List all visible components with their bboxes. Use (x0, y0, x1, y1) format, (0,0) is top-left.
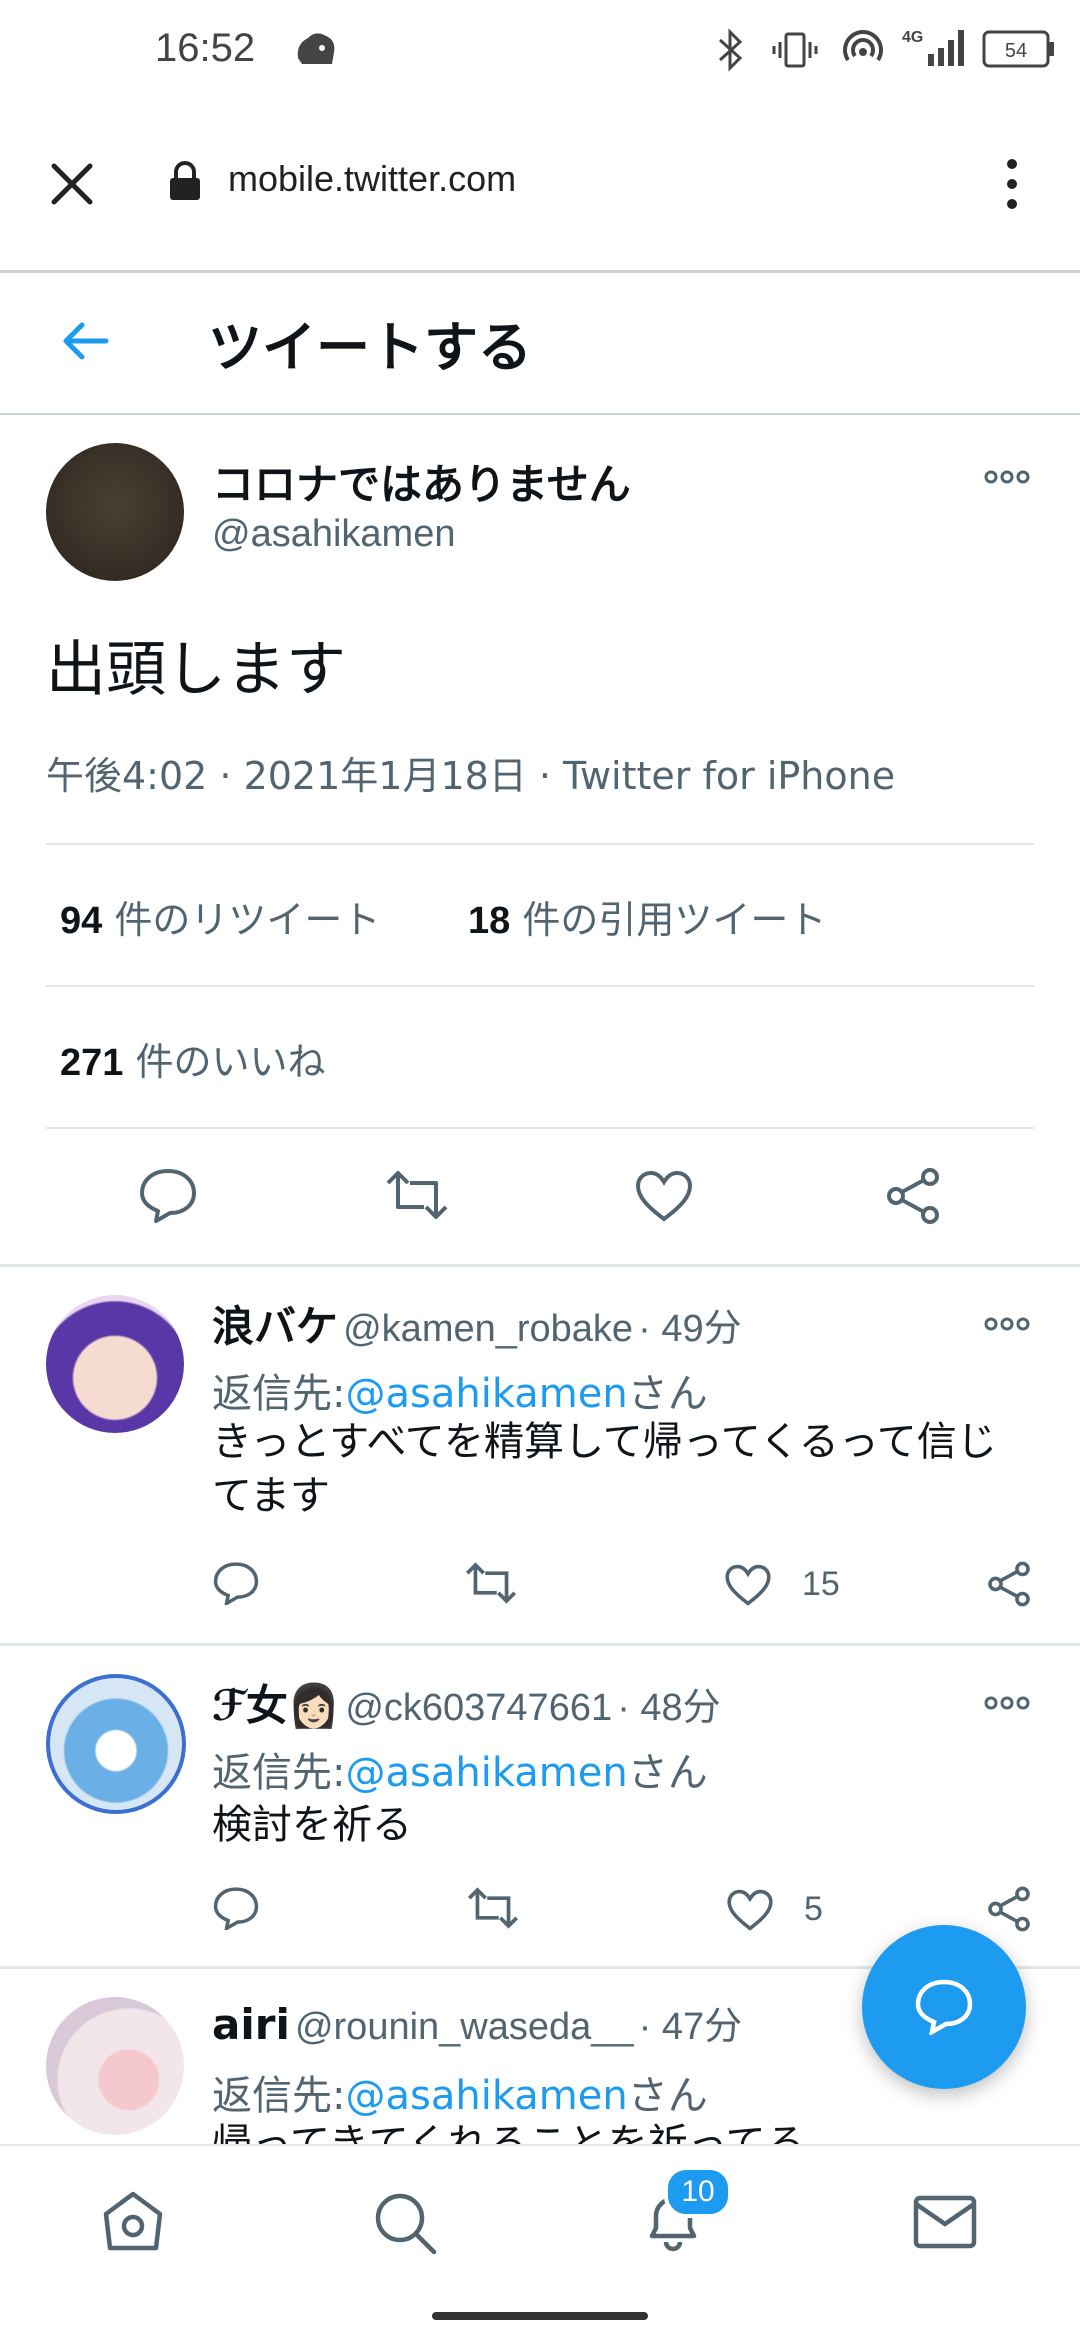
reply-to-prefix: 返信先: (212, 1371, 346, 1417)
reply-icon[interactable] (212, 1561, 260, 1605)
messages-icon[interactable] (912, 2194, 978, 2250)
bottom-navigation (0, 2144, 1080, 2296)
reply-header: ℱ女👩🏻 @ck603747661 · 48分 (212, 1672, 721, 1733)
notifications-badge: 10 (664, 2166, 732, 2218)
handle[interactable]: @ck603747661 (345, 1687, 612, 1729)
handle[interactable]: @asahikamen (212, 513, 455, 556)
reply-text-line: 検討を祈る (212, 1802, 412, 1848)
battery-icon: 54 (982, 30, 1056, 68)
replying-to: 返信先:@asahikamenさん (212, 1361, 708, 1419)
tweet-text: 出頭します (46, 635, 346, 705)
share-icon[interactable] (986, 1886, 1032, 1932)
reply-to-link[interactable]: @asahikamen (345, 1371, 627, 1417)
like-icon[interactable] (724, 1563, 772, 1607)
reply-text: 検討を祈る (212, 1798, 412, 1852)
status-bar: 16:52 4G 54 (0, 0, 1080, 100)
share-icon[interactable] (884, 1167, 942, 1225)
avatar[interactable] (46, 443, 184, 581)
reply-to-suffix: さん (627, 1371, 708, 1417)
timestamp[interactable]: · 49分 (638, 1308, 741, 1350)
divider (46, 985, 1034, 987)
divider (46, 1127, 1034, 1129)
more-options-icon[interactable] (984, 1696, 1030, 1710)
bluetooth-icon (716, 28, 746, 72)
reply-tweet[interactable]: 浪バケ @kamen_robake · 49分 返信先:@asahikamenさ… (0, 1267, 1080, 1643)
like-count: 15 (802, 1565, 840, 1603)
status-time: 16:52 (155, 26, 256, 70)
reply-tweet[interactable]: ℱ女👩🏻 @ck603747661 · 48分 返信先:@asahikamenさ… (0, 1646, 1080, 1966)
reply-text: きっとすべてを精算して帰ってくるって信じ てます (212, 1415, 997, 1523)
battery-level: 54 (1005, 40, 1027, 62)
signal-4g-icon: 4G (900, 24, 974, 70)
retweets-label: 件のリツイート (114, 898, 381, 942)
retweet-icon[interactable] (466, 1886, 520, 1930)
avatar[interactable] (46, 1674, 186, 1814)
reply-icon[interactable] (138, 1167, 198, 1223)
page-title: ツイートする (208, 316, 532, 379)
reply-header: 浪バケ @kamen_robake · 49分 (212, 1293, 742, 1354)
reply-to-link[interactable]: @asahikamen (345, 2073, 627, 2119)
like-count: 5 (804, 1890, 823, 1928)
tweet-meta: 午後4:02 · 2021年1月18日 · Twitter for iPhone (46, 754, 896, 798)
close-tab-icon[interactable] (48, 160, 96, 208)
page-header: ツイートする (0, 273, 1080, 415)
display-name[interactable]: 浪バケ (212, 1302, 338, 1351)
search-icon[interactable] (372, 2190, 438, 2254)
quotes-label: 件の引用ツイート (522, 898, 827, 942)
retweet-icon[interactable] (464, 1561, 518, 1605)
more-vert-icon[interactable] (1000, 156, 1024, 212)
home-icon[interactable] (100, 2190, 166, 2252)
avatar[interactable] (46, 1997, 184, 2135)
svg-text:4G: 4G (902, 29, 923, 46)
hotspot-icon (842, 30, 884, 70)
replying-to: 返信先:@asahikamenさん (212, 1740, 708, 1798)
likes-count: 271 (60, 1042, 124, 1084)
reply-to-link[interactable]: @asahikamen (345, 1750, 627, 1796)
reply-text-line: きっとすべてを精算して帰ってくるって信じ (212, 1419, 997, 1465)
like-icon[interactable] (726, 1888, 774, 1932)
more-options-icon[interactable] (984, 1317, 1030, 1331)
replying-to: 返信先:@asahikamenさん (212, 2063, 708, 2121)
display-name[interactable]: airi (212, 2000, 290, 2049)
compose-reply-button[interactable] (862, 1925, 1026, 2089)
reply-to-suffix: さん (627, 2073, 708, 2119)
reply-header: airi @rounin_waseda__ · 47分 (212, 1995, 742, 2050)
display-name[interactable]: ℱ女👩🏻 (212, 1681, 340, 1730)
timestamp[interactable]: · 48分 (617, 1687, 720, 1729)
reply-icon (914, 1977, 974, 2035)
avatar[interactable] (46, 1295, 184, 1433)
url-text[interactable]: mobile.twitter.com (228, 158, 516, 200)
browser-toolbar: mobile.twitter.com (0, 100, 1080, 273)
more-options-icon[interactable] (984, 470, 1030, 484)
display-name[interactable]: コロナではありません (212, 451, 631, 512)
back-arrow-icon[interactable] (60, 319, 110, 363)
likes-stat[interactable]: 271 件のいいね (60, 1031, 326, 1086)
lock-icon (168, 160, 202, 202)
reply-icon[interactable] (212, 1886, 260, 1930)
share-icon[interactable] (986, 1561, 1032, 1607)
home-indicator[interactable] (432, 2312, 648, 2320)
likes-label: 件のいいね (135, 1040, 326, 1084)
reply-text: 帰ってきてくれることを祈ってる (212, 2117, 806, 2144)
retweet-icon[interactable] (384, 1169, 450, 1221)
reply-to-suffix: さん (627, 1750, 708, 1796)
retweets-stat[interactable]: 94 件のリツイート (60, 889, 380, 944)
vibrate-icon (772, 30, 818, 70)
main-tweet: コロナではありません @asahikamen 出頭します 午後4:02 · 20… (0, 415, 1080, 1265)
app-notification-icon (292, 28, 340, 72)
reply-text-line: てます (212, 1473, 330, 1519)
divider (46, 843, 1034, 845)
retweets-count: 94 (60, 900, 103, 942)
like-icon[interactable] (634, 1169, 694, 1223)
timestamp[interactable]: · 47分 (639, 2006, 742, 2048)
reply-to-prefix: 返信先: (212, 1750, 346, 1796)
quotes-stat[interactable]: 18 件の引用ツイート (468, 889, 826, 944)
handle[interactable]: @kamen_robake (343, 1308, 633, 1350)
reply-to-prefix: 返信先: (212, 2073, 346, 2119)
quotes-count: 18 (468, 900, 511, 942)
reply-text-line: 帰ってきてくれることを祈ってる (212, 2121, 806, 2144)
handle[interactable]: @rounin_waseda__ (295, 2006, 634, 2048)
